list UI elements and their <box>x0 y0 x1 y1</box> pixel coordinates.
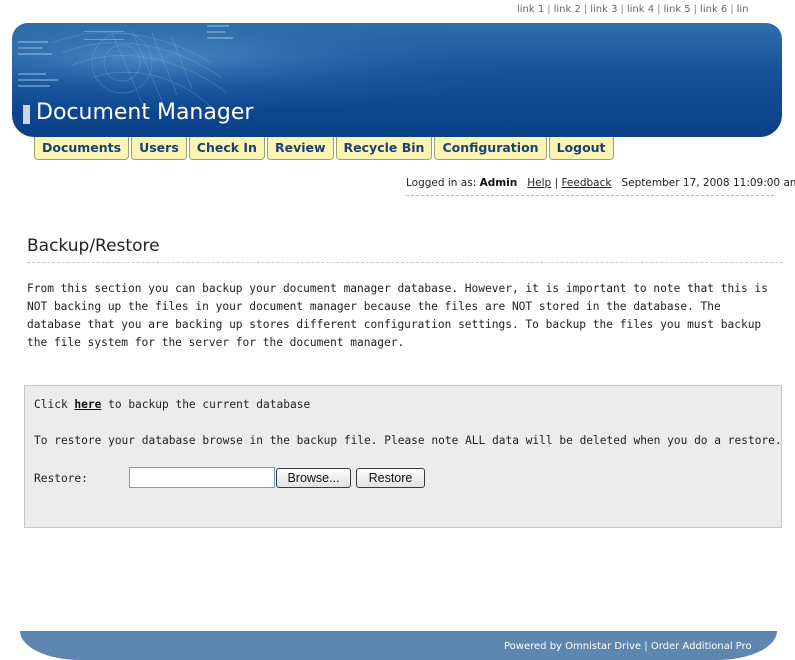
tab-users[interactable]: Users <box>131 137 187 160</box>
separator: | <box>730 4 734 15</box>
browse-button[interactable]: Browse... <box>276 468 351 488</box>
status-bar: Logged in as: Admin Help | Feedback Sept… <box>406 177 795 189</box>
tab-configuration[interactable]: Configuration <box>434 137 547 160</box>
top-link-5[interactable]: link 5 <box>663 4 690 15</box>
header-banner: Document Manager <box>12 23 782 137</box>
restore-file-input[interactable] <box>129 467 275 488</box>
title-divider <box>27 262 783 263</box>
tab-check-in[interactable]: Check In <box>188 137 265 160</box>
top-link-3[interactable]: link 3 <box>590 4 617 15</box>
username: Admin <box>479 177 518 189</box>
restore-button[interactable]: Restore <box>356 468 425 488</box>
title-accent <box>23 105 30 124</box>
page-title: Backup/Restore <box>27 236 160 256</box>
top-link-6[interactable]: link 6 <box>700 4 727 15</box>
backup-line: Click here to backup the current databas… <box>34 398 310 411</box>
tab-recycle-bin[interactable]: Recycle Bin <box>335 137 433 160</box>
status-divider <box>406 195 774 196</box>
tab-review[interactable]: Review <box>266 137 334 160</box>
separator: | <box>554 177 559 189</box>
app-title: Document Manager <box>36 100 254 125</box>
separator: | <box>693 4 698 15</box>
tab-documents[interactable]: Documents <box>34 137 130 160</box>
logged-in-label: Logged in as: <box>406 177 477 189</box>
powered-by-link[interactable]: Powered by Omnistar Drive <box>504 641 641 652</box>
separator: | <box>620 4 624 15</box>
feedback-link[interactable]: Feedback <box>561 177 611 189</box>
footer-text: Powered by Omnistar Drive | Order Additi… <box>504 641 752 652</box>
separator: | <box>644 641 648 652</box>
top-link-2[interactable]: link 2 <box>554 4 581 15</box>
tab-logout[interactable]: Logout <box>548 137 614 160</box>
order-link[interactable]: Order Additional Pro <box>651 641 752 652</box>
top-link-7[interactable]: lin <box>737 4 749 15</box>
backup-suffix: to backup the current database <box>101 398 311 411</box>
top-links: link 1 | link 2 | link 3 | link 4 | link 5 | link … <box>517 4 795 15</box>
backup-prefix: Click <box>34 398 75 411</box>
top-link-4[interactable]: link 4 <box>627 4 654 15</box>
intro-text: From this section you can backup your do… <box>27 282 768 349</box>
main-nav: Documents Users Check In Review Recycle … <box>34 137 616 161</box>
separator: | <box>547 4 551 15</box>
separator: | <box>657 4 661 15</box>
separator: | <box>583 4 588 15</box>
backup-link[interactable]: here <box>74 398 101 411</box>
top-link-1[interactable]: link 1 <box>517 4 544 15</box>
help-link[interactable]: Help <box>527 177 551 189</box>
restore-note: To restore your database browse in the b… <box>34 434 782 447</box>
datetime: September 17, 2008 11:09:00 am <box>621 177 795 189</box>
footer: Powered by Omnistar Drive | Order Additi… <box>20 631 777 660</box>
restore-label: Restore: <box>34 472 88 485</box>
backup-restore-panel: Click here to backup the current databas… <box>24 385 782 528</box>
